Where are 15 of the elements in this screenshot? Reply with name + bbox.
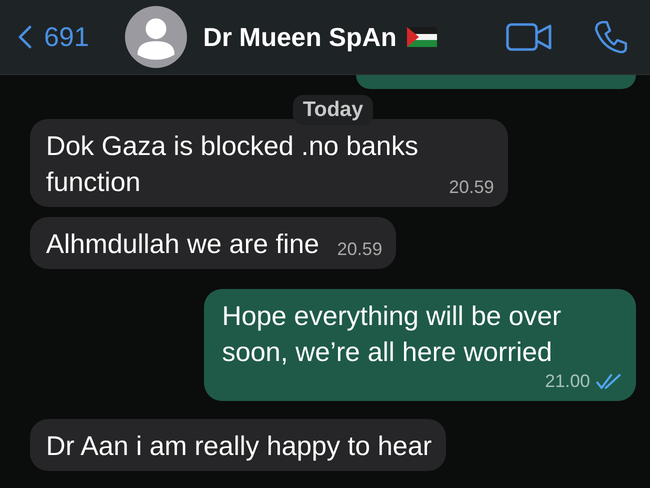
contact-name[interactable]: Dr Mueen SpAn [203,22,397,52]
chevron-left-icon [18,24,32,50]
message-time: 21.00 [544,370,590,392]
video-call-icon[interactable] [506,23,552,51]
message-text: Dr Aan i am really happy to hear [46,430,432,463]
back-button[interactable]: 691 [18,22,90,52]
avatar-icon[interactable] [125,6,188,68]
phone-call-icon[interactable] [594,20,628,54]
message-text: Alhmdullah we are fine [46,228,320,261]
message-text: Dok Gaza is blocked .no banks function [46,130,420,199]
flag-icon [406,27,437,47]
message-text: Hope everything will be over soon, we’re all here worried [222,300,562,369]
message-time: 20.59 [337,238,382,260]
date-chip: Today [292,95,374,125]
message-time: 20.59 [449,176,494,198]
